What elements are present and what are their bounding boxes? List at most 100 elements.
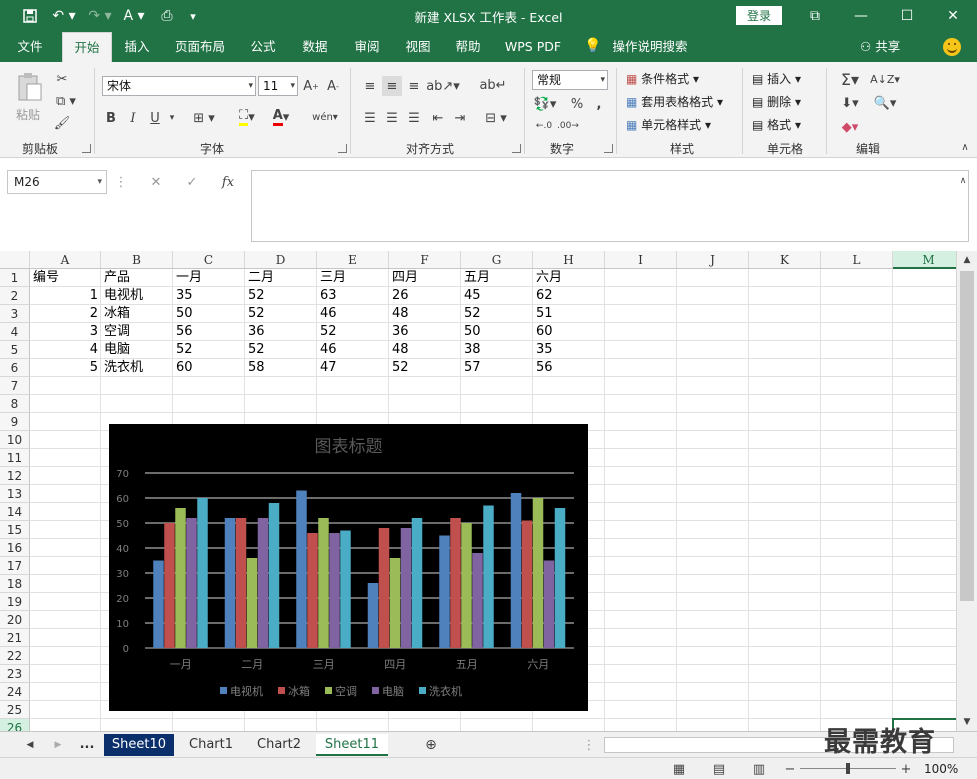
- row-header[interactable]: 22: [0, 647, 30, 665]
- column-header-c[interactable]: C: [173, 251, 245, 269]
- tab-formulas[interactable]: 公式: [242, 32, 284, 62]
- insert-cells-button[interactable]: ▤ 插入 ▾: [752, 70, 801, 87]
- align-left-icon[interactable]: ☰: [360, 108, 380, 128]
- cell-b3[interactable]: 冰箱: [101, 305, 173, 323]
- minimize-icon[interactable]: —: [846, 4, 876, 28]
- cell-f5[interactable]: 48: [389, 341, 461, 359]
- accounting-format-icon[interactable]: 💱▾: [532, 94, 558, 114]
- chart[interactable]: 图表标题 0 10 20 30 40 50 60 70 一月 二月 三月 四月 五月 六月 电视机 冰箱 空调 电脑…: [109, 424, 588, 711]
- column-header-g[interactable]: G: [461, 251, 533, 269]
- cell-f2[interactable]: 26: [389, 287, 461, 305]
- redo-icon[interactable]: ↷ ▾: [86, 6, 114, 26]
- format-as-table-button[interactable]: ▦ 套用表格格式 ▾: [626, 93, 723, 110]
- cut-icon[interactable]: ✂: [52, 70, 72, 88]
- cell-c6[interactable]: 60: [173, 359, 245, 377]
- collapse-ribbon-icon[interactable]: ∧: [958, 140, 972, 154]
- tab-split-grip-icon[interactable]: ⋮: [583, 737, 596, 753]
- row-header[interactable]: 2: [0, 287, 30, 305]
- cell-h6[interactable]: 56: [533, 359, 605, 377]
- row-header[interactable]: 25: [0, 701, 30, 719]
- format-painter-quick-icon[interactable]: A ▾: [120, 6, 148, 26]
- number-launcher-icon[interactable]: [604, 144, 613, 153]
- row-header[interactable]: 16: [0, 539, 30, 557]
- cell-styles-button[interactable]: ▦ 单元格样式 ▾: [626, 116, 711, 133]
- column-header-h[interactable]: H: [533, 251, 605, 269]
- cell-g4[interactable]: 50: [461, 323, 533, 341]
- cell-g5[interactable]: 38: [461, 341, 533, 359]
- select-all-corner[interactable]: [0, 251, 30, 269]
- row-header[interactable]: 26: [0, 719, 30, 731]
- next-sheet-icon[interactable]: ▶: [50, 737, 66, 753]
- column-header-e[interactable]: E: [317, 251, 389, 269]
- tab-home[interactable]: 开始: [62, 32, 112, 62]
- tab-file[interactable]: 文件: [8, 32, 52, 62]
- cell-d2[interactable]: 52: [245, 287, 317, 305]
- cell-d4[interactable]: 36: [245, 323, 317, 341]
- customize-quick-access-icon[interactable]: ▾: [184, 6, 202, 26]
- align-center-icon[interactable]: ☰: [382, 108, 402, 128]
- percent-icon[interactable]: %: [568, 94, 586, 114]
- column-header-f[interactable]: F: [389, 251, 461, 269]
- row-header[interactable]: 11: [0, 449, 30, 467]
- cell-g3[interactable]: 52: [461, 305, 533, 323]
- new-sheet-icon[interactable]: ⊕: [422, 736, 440, 754]
- save-icon[interactable]: [20, 6, 40, 26]
- clear-icon[interactable]: ◆▾: [836, 116, 864, 138]
- cell-f3[interactable]: 48: [389, 305, 461, 323]
- tab-wps-pdf[interactable]: WPS PDF: [498, 32, 568, 62]
- decrease-indent-icon[interactable]: ⇤: [428, 108, 448, 128]
- cell-a4[interactable]: 3: [30, 323, 101, 341]
- row-header[interactable]: 20: [0, 611, 30, 629]
- cell-f4[interactable]: 36: [389, 323, 461, 341]
- cell-c4[interactable]: 56: [173, 323, 245, 341]
- column-header-i[interactable]: I: [605, 251, 677, 269]
- row-header[interactable]: 14: [0, 503, 30, 521]
- column-header-b[interactable]: B: [101, 251, 173, 269]
- merge-center-icon[interactable]: ⊟ ▾: [480, 108, 512, 128]
- increase-indent-icon[interactable]: ⇥: [450, 108, 470, 128]
- fill-color-icon[interactable]: ⛶ ▾: [232, 106, 262, 128]
- cell-a1[interactable]: 编号: [30, 269, 101, 287]
- fill-icon[interactable]: ⬇▾: [836, 92, 864, 114]
- enter-icon[interactable]: ✓: [182, 174, 202, 190]
- share-button[interactable]: ⚇ 共享: [860, 32, 900, 62]
- column-header-j[interactable]: J: [677, 251, 749, 269]
- zoom-level[interactable]: 100%: [924, 762, 958, 776]
- cell-e4[interactable]: 52: [317, 323, 389, 341]
- cell-d5[interactable]: 52: [245, 341, 317, 359]
- italic-button[interactable]: I: [124, 108, 142, 128]
- bold-button[interactable]: B: [102, 108, 120, 128]
- cell-c1[interactable]: 一月: [173, 269, 245, 287]
- cell-d6[interactable]: 58: [245, 359, 317, 377]
- row-header[interactable]: 4: [0, 323, 30, 341]
- row-header[interactable]: 7: [0, 377, 30, 395]
- row-header[interactable]: 6: [0, 359, 30, 377]
- tab-sheet10[interactable]: Sheet10: [104, 734, 174, 756]
- comma-style-icon[interactable]: ,: [592, 94, 606, 114]
- paste-label[interactable]: 粘贴: [16, 106, 40, 123]
- column-header-d[interactable]: D: [245, 251, 317, 269]
- row-header[interactable]: 9: [0, 413, 30, 431]
- cell-h4[interactable]: 60: [533, 323, 605, 341]
- clipboard-launcher-icon[interactable]: [82, 144, 91, 153]
- row-header[interactable]: 18: [0, 575, 30, 593]
- cell-c2[interactable]: 35: [173, 287, 245, 305]
- cell-b1[interactable]: 产品: [101, 269, 173, 287]
- insert-function-icon[interactable]: fx: [218, 174, 238, 190]
- page-break-view-icon[interactable]: ▥: [750, 761, 768, 777]
- cell-a6[interactable]: 5: [30, 359, 101, 377]
- expand-formula-bar-icon[interactable]: ∧: [956, 174, 970, 188]
- row-header[interactable]: 21: [0, 629, 30, 647]
- row-header[interactable]: 15: [0, 521, 30, 539]
- cell-h2[interactable]: 62: [533, 287, 605, 305]
- undo-icon[interactable]: ↶ ▾: [50, 6, 78, 26]
- align-bottom-icon[interactable]: ≡: [404, 76, 424, 96]
- scrollbar-thumb[interactable]: [960, 271, 974, 601]
- prev-sheet-icon[interactable]: ◀: [22, 737, 38, 753]
- cell-h1[interactable]: 六月: [533, 269, 605, 287]
- delete-cells-button[interactable]: ▤ 删除 ▾: [752, 93, 801, 110]
- row-header[interactable]: 13: [0, 485, 30, 503]
- find-select-icon[interactable]: 🔍▾: [870, 92, 900, 114]
- row-header[interactable]: 19: [0, 593, 30, 611]
- align-middle-icon[interactable]: ≡: [382, 76, 402, 96]
